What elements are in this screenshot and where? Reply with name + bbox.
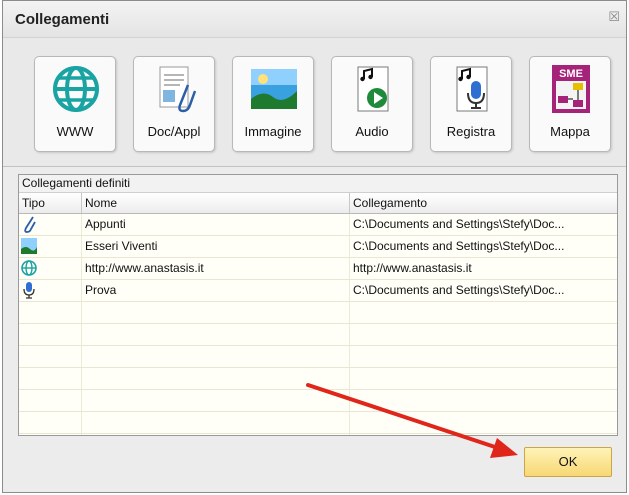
- tipo-cell: [19, 324, 82, 345]
- collegamento-cell: [350, 434, 617, 435]
- landscape-image-icon: [251, 69, 297, 109]
- collegamento-cell: C:\Documents and Settings\Stefy\Doc...: [350, 214, 617, 235]
- list-header: Tipo Nome Collegamento: [19, 193, 617, 214]
- collegamento-cell: [350, 346, 617, 367]
- paperclip-icon: [24, 216, 36, 233]
- nome-cell: [82, 302, 350, 323]
- link-type-toolbar: WWW Doc/Appl Immagine Audio Registra SME…: [3, 37, 626, 167]
- tipo-cell: [19, 434, 82, 435]
- tipo-cell: [19, 236, 82, 257]
- nome-cell: [82, 324, 350, 345]
- links-list: Collegamenti definiti Tipo Nome Collegam…: [18, 174, 618, 436]
- table-row[interactable]: Esseri Viventi C:\Documents and Settings…: [19, 236, 617, 258]
- collegamento-cell: [350, 302, 617, 323]
- mappa-button[interactable]: SME Mappa: [529, 56, 611, 152]
- registra-button[interactable]: Registra: [430, 56, 512, 152]
- nome-cell: [82, 390, 350, 411]
- collegamenti-dialog: Collegamenti ☒ WWW Doc/Appl Immagine Aud…: [2, 0, 627, 493]
- sme-map-icon: SME: [552, 65, 590, 113]
- table-row-empty: [19, 412, 617, 434]
- tipo-cell: [19, 280, 82, 301]
- table-row-empty: [19, 434, 617, 435]
- www-label: WWW: [56, 124, 94, 139]
- image-icon: [21, 238, 37, 254]
- sme-badge: SME: [559, 68, 583, 80]
- globe-icon: [21, 260, 37, 276]
- tipo-cell: [19, 346, 82, 367]
- audio-button[interactable]: Audio: [331, 56, 413, 152]
- registra-label: Registra: [446, 124, 496, 139]
- tipo-cell: [19, 390, 82, 411]
- column-header-nome[interactable]: Nome: [82, 193, 350, 213]
- dialog-title: Collegamenti: [15, 11, 110, 28]
- table-row[interactable]: Prova C:\Documents and Settings\Stefy\Do…: [19, 280, 617, 302]
- collegamento-cell: [350, 412, 617, 433]
- collegamento-cell: C:\Documents and Settings\Stefy\Doc...: [350, 280, 617, 301]
- mappa-label: Mappa: [550, 124, 590, 139]
- close-icon[interactable]: ☒: [608, 9, 620, 25]
- list-rows: Appunti C:\Documents and Settings\Stefy\…: [19, 214, 617, 435]
- tipo-cell: [19, 412, 82, 433]
- tipo-cell: [19, 214, 82, 235]
- table-row[interactable]: http://www.anastasis.it http://www.anast…: [19, 258, 617, 280]
- immagine-label: Immagine: [244, 124, 302, 139]
- doc-appl-button[interactable]: Doc/Appl: [133, 56, 215, 152]
- audio-label: Audio: [355, 124, 389, 139]
- microphone-icon: [456, 66, 488, 112]
- list-caption: Collegamenti definiti: [19, 175, 617, 193]
- column-header-collegamento[interactable]: Collegamento: [350, 193, 617, 213]
- microphone-icon: [23, 282, 35, 299]
- title-bar: Collegamenti ☒: [3, 1, 626, 37]
- www-button[interactable]: WWW: [34, 56, 116, 152]
- table-row-empty: [19, 368, 617, 390]
- audio-play-icon: [357, 66, 389, 112]
- doc-appl-label: Doc/Appl: [147, 124, 201, 139]
- tipo-cell: [19, 258, 82, 279]
- document-clip-icon: [159, 66, 197, 113]
- immagine-button[interactable]: Immagine: [232, 56, 314, 152]
- nome-cell: http://www.anastasis.it: [82, 258, 350, 279]
- nome-cell: [82, 368, 350, 389]
- collegamento-cell: [350, 324, 617, 345]
- nome-cell: Appunti: [82, 214, 350, 235]
- collegamento-cell: [350, 390, 617, 411]
- collegamento-cell: C:\Documents and Settings\Stefy\Doc...: [350, 236, 617, 257]
- nome-cell: [82, 346, 350, 367]
- column-header-tipo[interactable]: Tipo: [19, 193, 82, 213]
- nome-cell: Esseri Viventi: [82, 236, 350, 257]
- table-row[interactable]: Appunti C:\Documents and Settings\Stefy\…: [19, 214, 617, 236]
- collegamento-cell: [350, 368, 617, 389]
- table-row-empty: [19, 390, 617, 412]
- nome-cell: [82, 434, 350, 435]
- globe-icon: [53, 66, 99, 112]
- table-row-empty: [19, 346, 617, 368]
- nome-cell: Prova: [82, 280, 350, 301]
- table-row-empty: [19, 302, 617, 324]
- tipo-cell: [19, 302, 82, 323]
- nome-cell: [82, 412, 350, 433]
- ok-button[interactable]: OK: [524, 447, 612, 477]
- table-row-empty: [19, 324, 617, 346]
- collegamento-cell: http://www.anastasis.it: [350, 258, 617, 279]
- tipo-cell: [19, 368, 82, 389]
